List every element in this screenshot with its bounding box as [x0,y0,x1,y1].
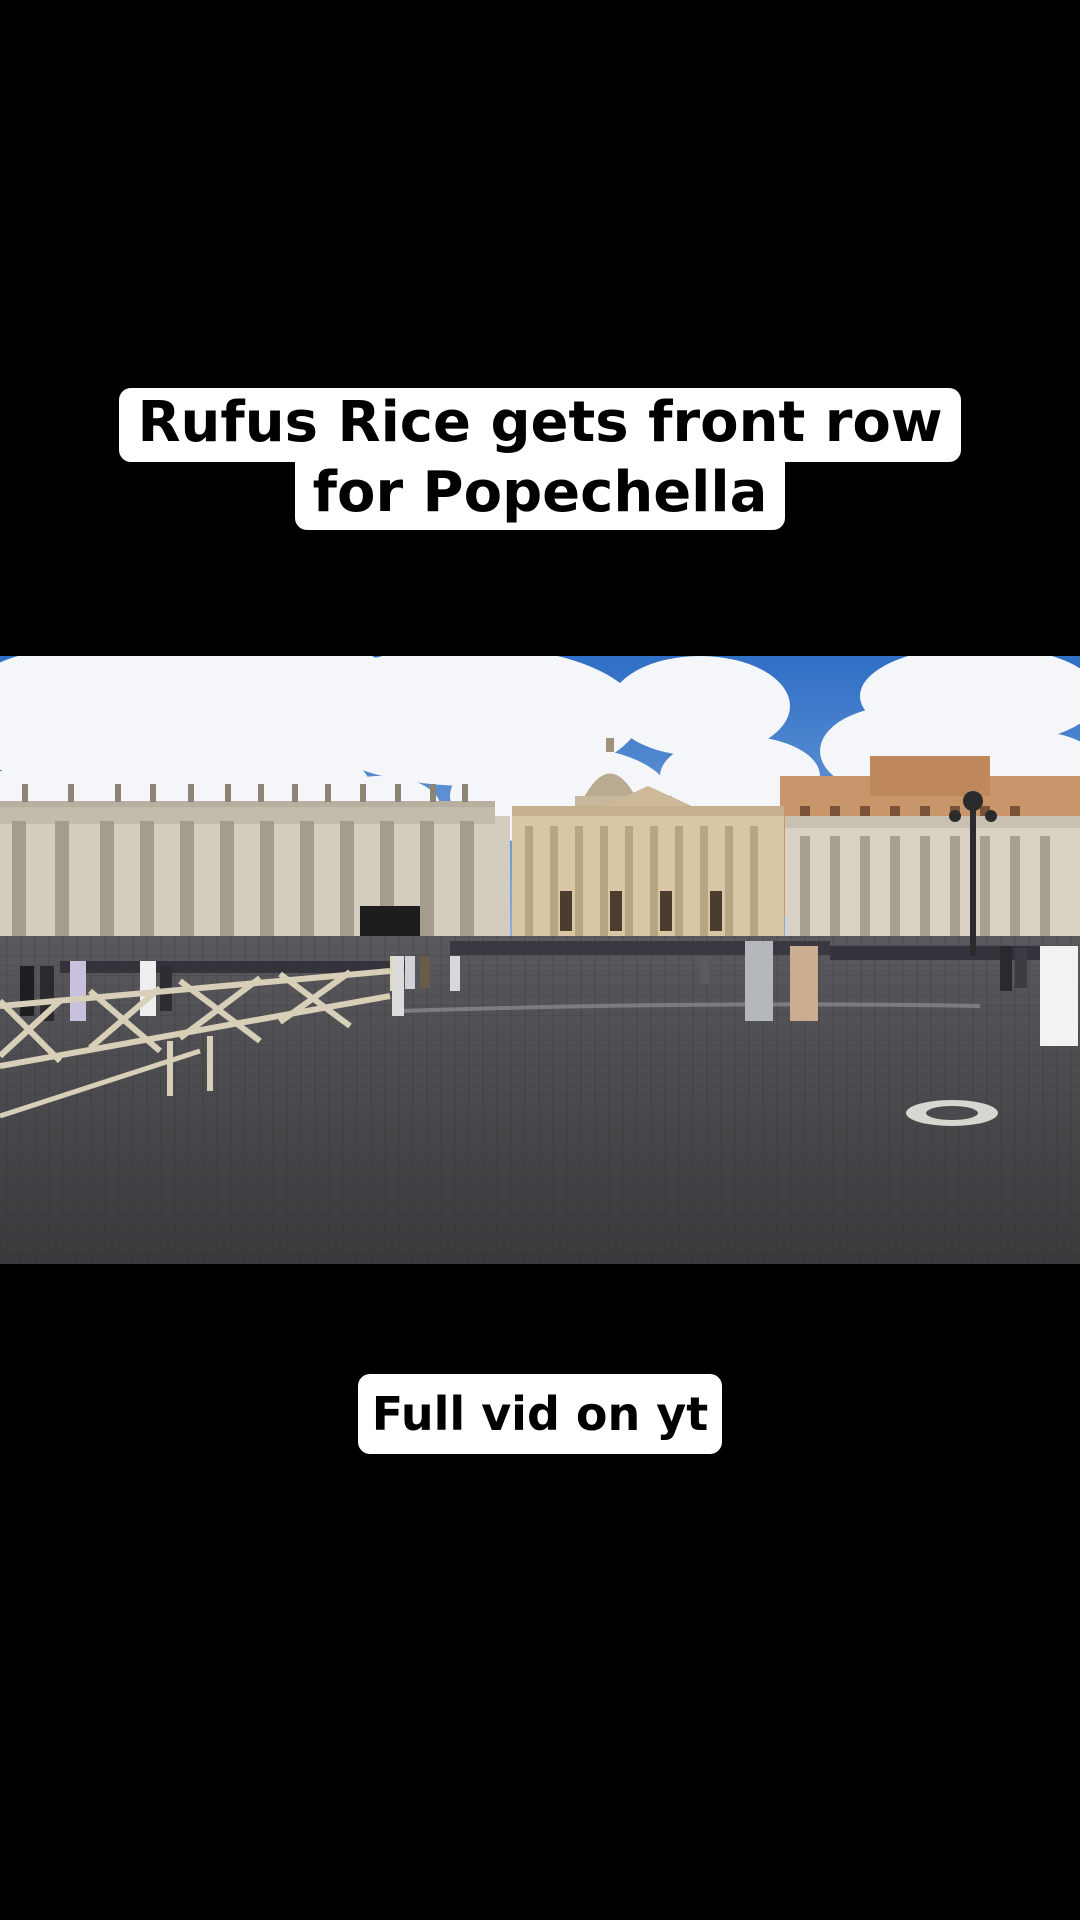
footer-caption-text: Full vid on yt [357,1374,723,1454]
tiktok-video-frame[interactable]: Rufus Rice gets front row for Popechella [0,0,1080,1920]
left-colonnade [0,784,510,941]
st-peters-square-photo [0,656,1080,1264]
title-caption-line-2: for Popechella [294,458,786,530]
right-colonnade [785,816,1080,936]
footer-caption: Full vid on yt [0,1374,1080,1454]
title-caption-line-1: Rufus Rice gets front row [119,388,961,462]
title-caption: Rufus Rice gets front row for Popechella [0,388,1080,530]
